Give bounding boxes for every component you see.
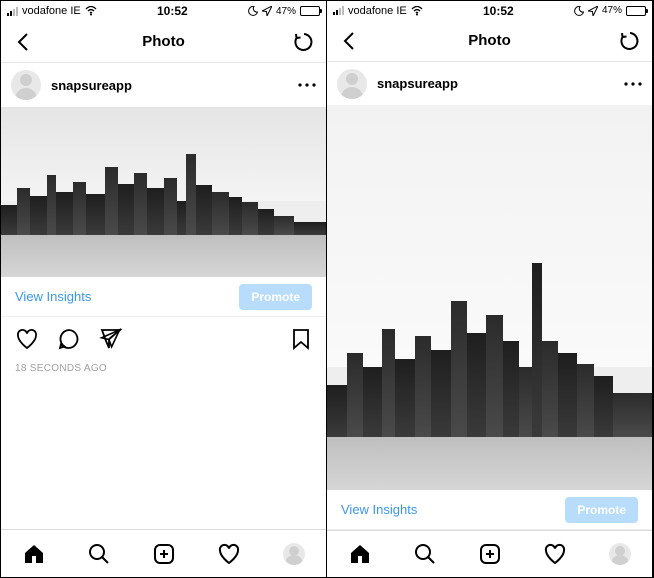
signal-icon bbox=[7, 7, 18, 16]
post-header: snapsureapp bbox=[327, 62, 652, 105]
nav-bar: Photo bbox=[327, 21, 652, 62]
avatar[interactable] bbox=[11, 70, 41, 100]
post-photo[interactable] bbox=[1, 107, 326, 277]
back-button[interactable] bbox=[11, 30, 35, 54]
insights-row: View Insights Promote bbox=[1, 277, 326, 317]
battery-pct: 47% bbox=[602, 5, 622, 16]
tab-home[interactable] bbox=[21, 541, 47, 567]
battery-icon bbox=[626, 6, 646, 16]
tab-activity[interactable] bbox=[542, 541, 568, 567]
view-insights-link[interactable]: View Insights bbox=[15, 289, 91, 304]
tab-bar bbox=[1, 529, 326, 577]
comment-button[interactable] bbox=[57, 327, 81, 351]
carrier-label: vodafone IE bbox=[22, 5, 81, 17]
tab-new-post[interactable] bbox=[477, 541, 503, 567]
avatar[interactable] bbox=[337, 69, 367, 99]
dnd-icon bbox=[248, 6, 258, 16]
tab-bar bbox=[327, 530, 652, 577]
signal-icon bbox=[333, 6, 344, 15]
action-row bbox=[1, 317, 326, 361]
dnd-icon bbox=[574, 6, 584, 16]
screenshot-left: vodafone IE 10:52 47% Photo bbox=[1, 1, 327, 577]
wifi-icon bbox=[411, 6, 423, 16]
clock: 10:52 bbox=[157, 4, 188, 18]
battery-icon bbox=[300, 6, 320, 16]
post-photo[interactable] bbox=[327, 105, 652, 490]
share-button[interactable] bbox=[99, 327, 123, 351]
status-bar: vodafone IE 10:52 47% bbox=[1, 1, 326, 21]
page-title: Photo bbox=[142, 33, 185, 50]
tab-search[interactable] bbox=[412, 541, 438, 567]
tab-profile[interactable] bbox=[607, 541, 633, 567]
timestamp: 18 SECONDS AGO bbox=[1, 361, 326, 376]
tab-home[interactable] bbox=[347, 541, 373, 567]
back-button[interactable] bbox=[337, 29, 361, 53]
wifi-icon bbox=[85, 6, 97, 16]
tab-activity[interactable] bbox=[216, 541, 242, 567]
clock: 10:52 bbox=[483, 4, 514, 18]
like-button[interactable] bbox=[15, 327, 39, 351]
bookmark-button[interactable] bbox=[290, 327, 312, 351]
view-insights-link[interactable]: View Insights bbox=[341, 502, 417, 517]
location-icon bbox=[262, 6, 272, 16]
insights-row: View Insights Promote bbox=[327, 490, 652, 529]
refresh-button[interactable] bbox=[292, 30, 316, 54]
more-button[interactable] bbox=[624, 82, 642, 86]
refresh-button[interactable] bbox=[618, 29, 642, 53]
location-icon bbox=[588, 6, 598, 16]
screenshot-right: vodafone IE 10:52 47% Photo bbox=[327, 1, 653, 577]
post-header: snapsureapp bbox=[1, 63, 326, 107]
promote-button[interactable]: Promote bbox=[239, 284, 312, 310]
battery-pct: 47% bbox=[276, 6, 296, 17]
username[interactable]: snapsureapp bbox=[377, 76, 614, 91]
tab-search[interactable] bbox=[86, 541, 112, 567]
page-title: Photo bbox=[468, 32, 511, 49]
username[interactable]: snapsureapp bbox=[51, 78, 288, 93]
tab-new-post[interactable] bbox=[151, 541, 177, 567]
status-bar: vodafone IE 10:52 47% bbox=[327, 1, 652, 21]
promote-button[interactable]: Promote bbox=[565, 497, 638, 523]
nav-bar: Photo bbox=[1, 21, 326, 63]
more-button[interactable] bbox=[298, 83, 316, 87]
carrier-label: vodafone IE bbox=[348, 5, 407, 17]
tab-profile[interactable] bbox=[281, 541, 307, 567]
